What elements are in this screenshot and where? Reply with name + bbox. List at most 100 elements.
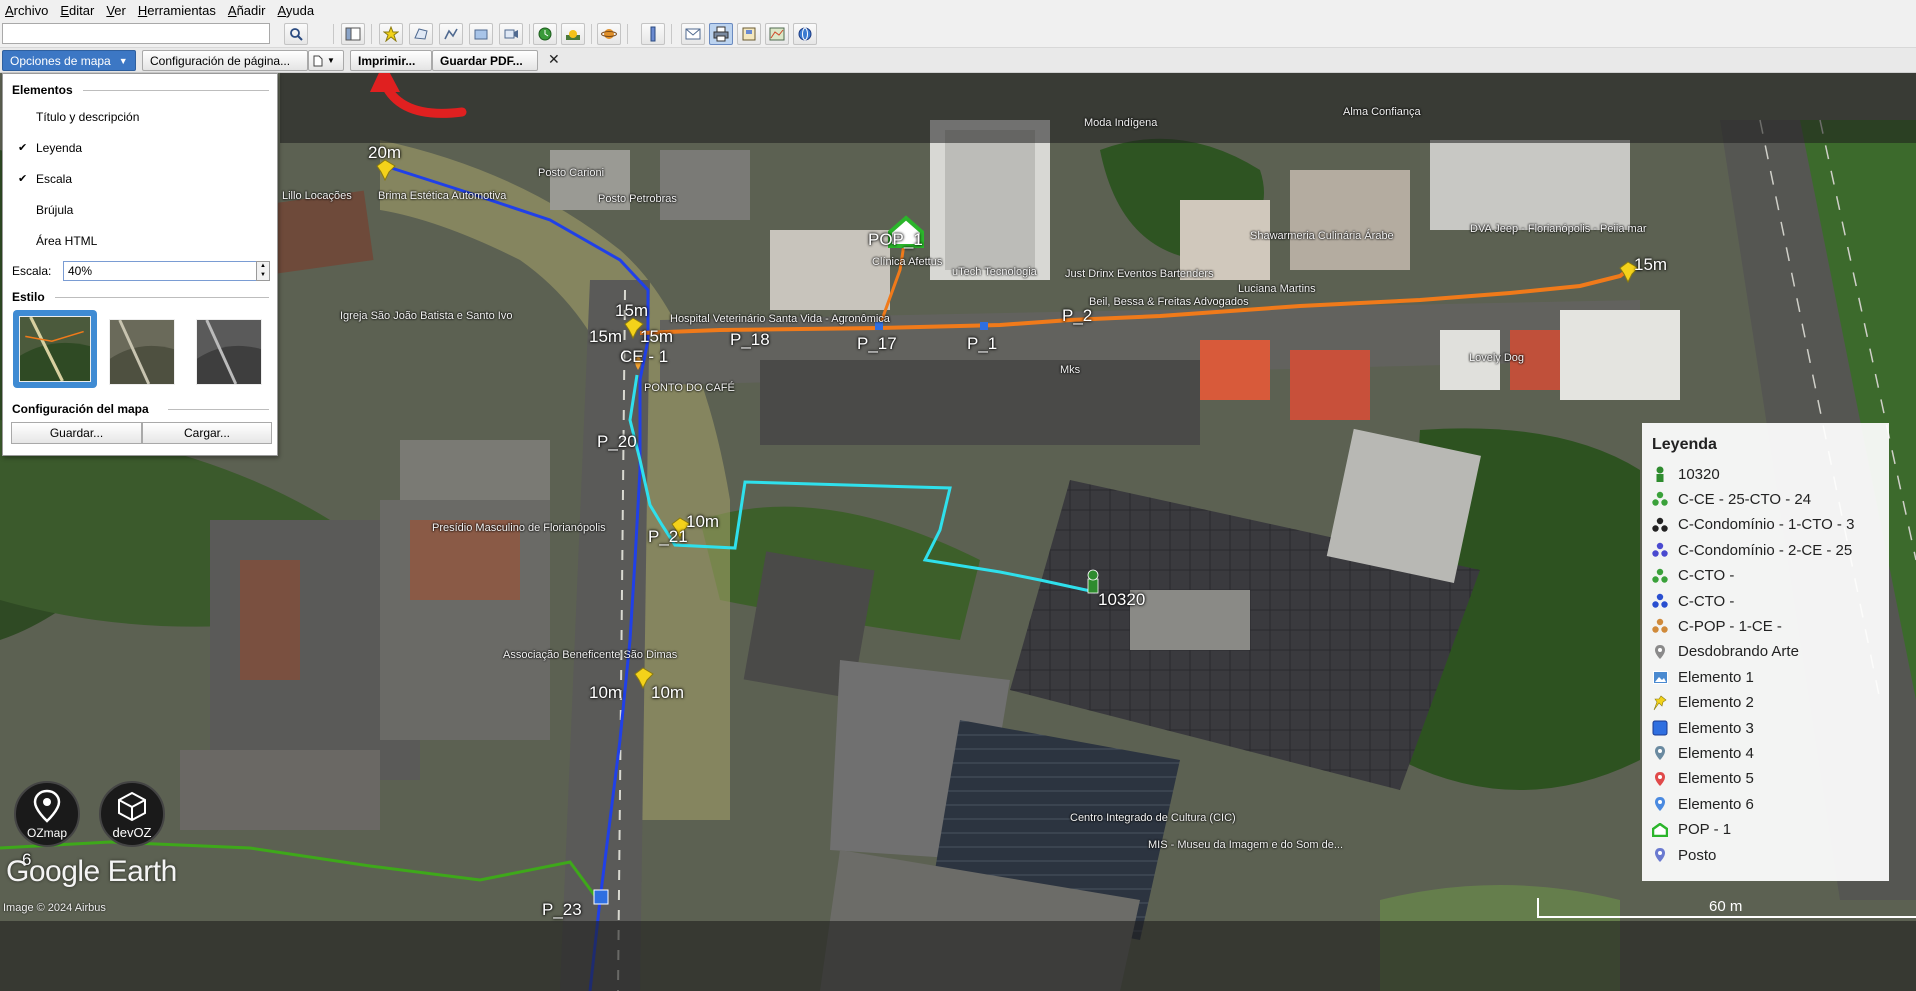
menu-ver[interactable]: Ver	[101, 3, 131, 18]
chevron-down-icon: ▼	[118, 55, 128, 66]
checkmark-icon[interactable]: ✔	[18, 172, 30, 185]
planets-button[interactable]	[597, 23, 621, 45]
place-label: DVA Jeep - Florianópolis - Peiia mar	[1470, 223, 1647, 235]
toolbar	[0, 20, 1916, 48]
print-label: Imprimir...	[358, 53, 416, 68]
add-path-button[interactable]	[439, 23, 463, 45]
menu-anadir[interactable]: Añadir	[223, 3, 271, 18]
legend-item-label: Elemento 2	[1678, 694, 1754, 712]
legend-item: Elemento 1	[1652, 667, 1754, 687]
legend-item-label: C-CTO -	[1678, 567, 1735, 585]
legend-item-label: Desdobrando Arte	[1678, 643, 1799, 661]
pole-label: P_20	[597, 432, 637, 451]
map-options-button[interactable]: Opciones de mapa ▼	[2, 50, 136, 71]
option-legend[interactable]: Leyenda	[36, 141, 82, 155]
place-label: Clínica Afettus	[872, 256, 943, 268]
page-size-dropdown[interactable]: ▼	[308, 50, 344, 71]
scale-spinner[interactable]: ▲ ▼	[256, 261, 270, 281]
place-label: Igreja São João Batista e Santo Ivo	[340, 310, 513, 322]
cluster-icon	[1652, 618, 1668, 634]
place-label: Posto Petrobras	[598, 193, 677, 205]
email-button[interactable]	[681, 23, 705, 45]
legend-item: C-CTO -	[1652, 591, 1734, 611]
option-scale[interactable]: Escala	[36, 172, 72, 186]
pushpin-icon	[1652, 695, 1668, 711]
pole-label: P_1	[967, 334, 998, 353]
sunlight-button[interactable]	[561, 23, 585, 45]
add-placemark-button[interactable]	[379, 23, 403, 45]
save-config-button[interactable]: Guardar...	[11, 422, 142, 444]
legend-item: Elemento 2	[1652, 693, 1754, 713]
legend-item: 10320	[1652, 464, 1720, 484]
legend-item-label: C-CTO -	[1678, 592, 1735, 610]
view-maps-button[interactable]	[765, 23, 789, 45]
page-setup-button[interactable]: Configuración de página...	[142, 50, 308, 71]
place-label: uTech Tecnologia	[952, 266, 1037, 278]
search-input[interactable]	[2, 23, 270, 44]
search-button[interactable]	[284, 23, 308, 45]
option-compass[interactable]: Brújula	[36, 203, 73, 217]
scale-input[interactable]	[63, 261, 258, 281]
menu-bar: Archivo Editar Ver Herramientas Añadir A…	[0, 0, 1916, 20]
client-label: 10320	[1098, 590, 1146, 609]
style-option-grayscale[interactable]	[196, 319, 262, 385]
pole-label: P_23	[542, 900, 582, 919]
checkmark-icon[interactable]: ✔	[18, 141, 30, 154]
print-action-button[interactable]: Imprimir...	[350, 50, 432, 71]
ozmap-logo: OZmap	[14, 781, 80, 847]
record-tour-button[interactable]	[499, 23, 523, 45]
placemark-icon	[383, 26, 399, 42]
sidebar-icon	[345, 27, 361, 41]
map-view[interactable]	[0, 73, 1916, 991]
load-config-button[interactable]: Cargar...	[142, 422, 272, 444]
place-label: Lovely Dog	[1469, 352, 1525, 364]
legend-item-label: Elemento 1	[1678, 668, 1754, 686]
style-heading: Estilo	[12, 290, 45, 304]
distance-label: 15m	[589, 327, 623, 346]
menu-herramientas[interactable]: Herramientas	[133, 3, 221, 18]
distance-label: 15m	[615, 301, 649, 320]
close-icon[interactable]: ✕	[548, 51, 560, 68]
cluster-icon	[1652, 491, 1668, 507]
map-pin-icon	[33, 789, 61, 823]
search-icon	[290, 28, 303, 41]
spin-up-icon[interactable]: ▲	[257, 262, 269, 271]
legend-item: C-Condomínio - 2-CE - 25	[1652, 540, 1852, 560]
legend-item: C-POP - 1-CE -	[1652, 616, 1782, 636]
legend-item-label: C-POP - 1-CE -	[1678, 617, 1782, 635]
cluster-icon	[1652, 517, 1668, 533]
place-label: Beil, Bessa & Freitas Advogados	[1089, 296, 1249, 308]
distance-label: 20m	[368, 143, 402, 162]
pole-label: POP_1	[868, 230, 923, 249]
style-option-color[interactable]	[13, 310, 97, 388]
menu-ayuda[interactable]: Ayuda	[272, 3, 319, 18]
style-preview-grayscale	[196, 319, 262, 385]
add-polygon-button[interactable]	[409, 23, 433, 45]
style-option-muted[interactable]	[109, 319, 175, 385]
ozmap-logo-text: OZmap	[26, 826, 67, 840]
legend-item: Elemento 4	[1652, 743, 1754, 763]
elements-heading: Elementos	[12, 83, 73, 97]
scale-bar-label: 60 m	[1709, 898, 1743, 915]
ruler-button[interactable]	[641, 23, 665, 45]
google-earth-print-window: Archivo Editar Ver Herramientas Añadir A…	[0, 0, 1916, 991]
historical-imagery-button[interactable]	[533, 23, 557, 45]
place-label: Associação Beneficente São Dimas	[503, 649, 678, 661]
add-overlay-button[interactable]	[469, 23, 493, 45]
style-preview-muted	[109, 319, 175, 385]
option-html-area[interactable]: Área HTML	[36, 234, 97, 248]
web-button[interactable]	[793, 23, 817, 45]
distance-label: 15m	[640, 327, 674, 346]
print-options-bar: Opciones de mapa ▼ Configuración de pági…	[0, 48, 1916, 73]
spin-down-icon[interactable]: ▼	[257, 271, 269, 280]
historical-imagery-icon	[538, 27, 552, 41]
place-label: Alma Confiança	[1343, 106, 1421, 118]
print-button[interactable]	[709, 23, 733, 45]
sidebar-button[interactable]	[341, 23, 365, 45]
save-pdf-button[interactable]: Guardar PDF...	[432, 50, 538, 71]
save-image-button[interactable]	[737, 23, 761, 45]
option-title-description[interactable]: Título y descripción	[36, 110, 139, 124]
distance-label: 10m	[589, 683, 623, 702]
menu-archivo[interactable]: Archivo	[0, 3, 53, 18]
menu-editar[interactable]: Editar	[55, 3, 99, 18]
